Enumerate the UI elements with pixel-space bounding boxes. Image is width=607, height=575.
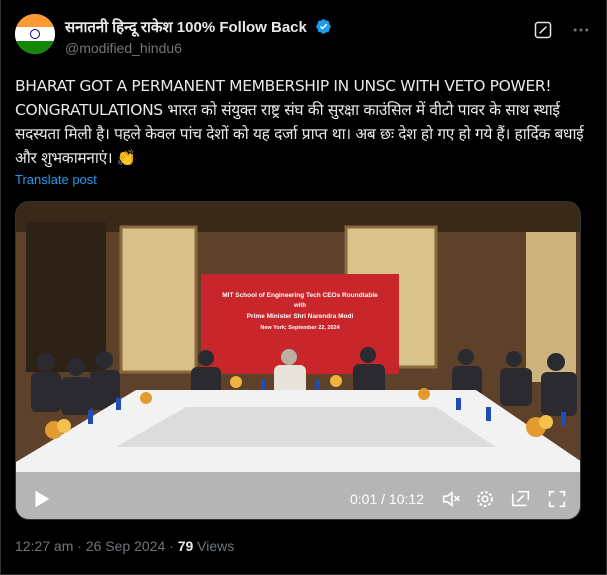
video-controls: 0:01 / 10:12 [16,480,580,519]
meta-separator: · [77,538,82,554]
india-flag-avatar[interactable] [15,14,55,54]
volume-icon[interactable] [440,488,462,510]
tweet-card: सनातनी हिन्दू राकेश 100% Follow Back @mo… [0,0,607,575]
fullscreen-icon[interactable] [546,488,568,510]
post-date[interactable]: 26 Sep 2024 [86,538,165,554]
meta-separator-2: · [169,538,174,554]
author-display-name[interactable]: सनातनी हिन्दू राकेश 100% Follow Back [65,17,307,37]
ashoka-chakra-icon [30,29,40,39]
post-metadata: 12:27 am · 26 Sep 2024 · 79 Views [15,538,234,554]
views-count: 79 [177,538,194,554]
post-time[interactable]: 12:27 am [15,538,73,554]
banner-line-3: Prime Minister Shri Narendra Modi [247,313,354,320]
post-text: BHARAT GOT A PERMANENT MEMBERSHIP IN UNS… [15,77,584,167]
banner-line-1: MIT School of Engineering Tech CEOs Roun… [222,292,378,299]
banner-line-2: with [293,303,306,309]
video-player[interactable]: MIT School of Engineering Tech CEOs Roun… [15,201,581,520]
verified-badge-icon[interactable] [315,18,332,35]
video-timecode: 0:01 / 10:12 [350,491,424,507]
author-handle[interactable]: @modified_hindu6 [65,40,332,56]
play-icon[interactable] [30,488,52,510]
banner-line-4: New York; September 22, 2024 [260,325,340,331]
video-frame: MIT School of Engineering Tech CEOs Roun… [16,202,580,519]
translate-post-link[interactable]: Translate post [15,172,97,187]
grok-icon[interactable] [533,20,553,40]
settings-icon[interactable] [474,488,496,510]
author-names: सनातनी हिन्दू राकेश 100% Follow Back @mo… [65,16,332,56]
more-options-icon[interactable] [571,20,591,40]
views-label: Views [197,538,235,554]
pip-icon[interactable] [510,488,532,510]
tweet-header: सनातनी हिन्दू राकेश 100% Follow Back @mo… [15,14,595,58]
